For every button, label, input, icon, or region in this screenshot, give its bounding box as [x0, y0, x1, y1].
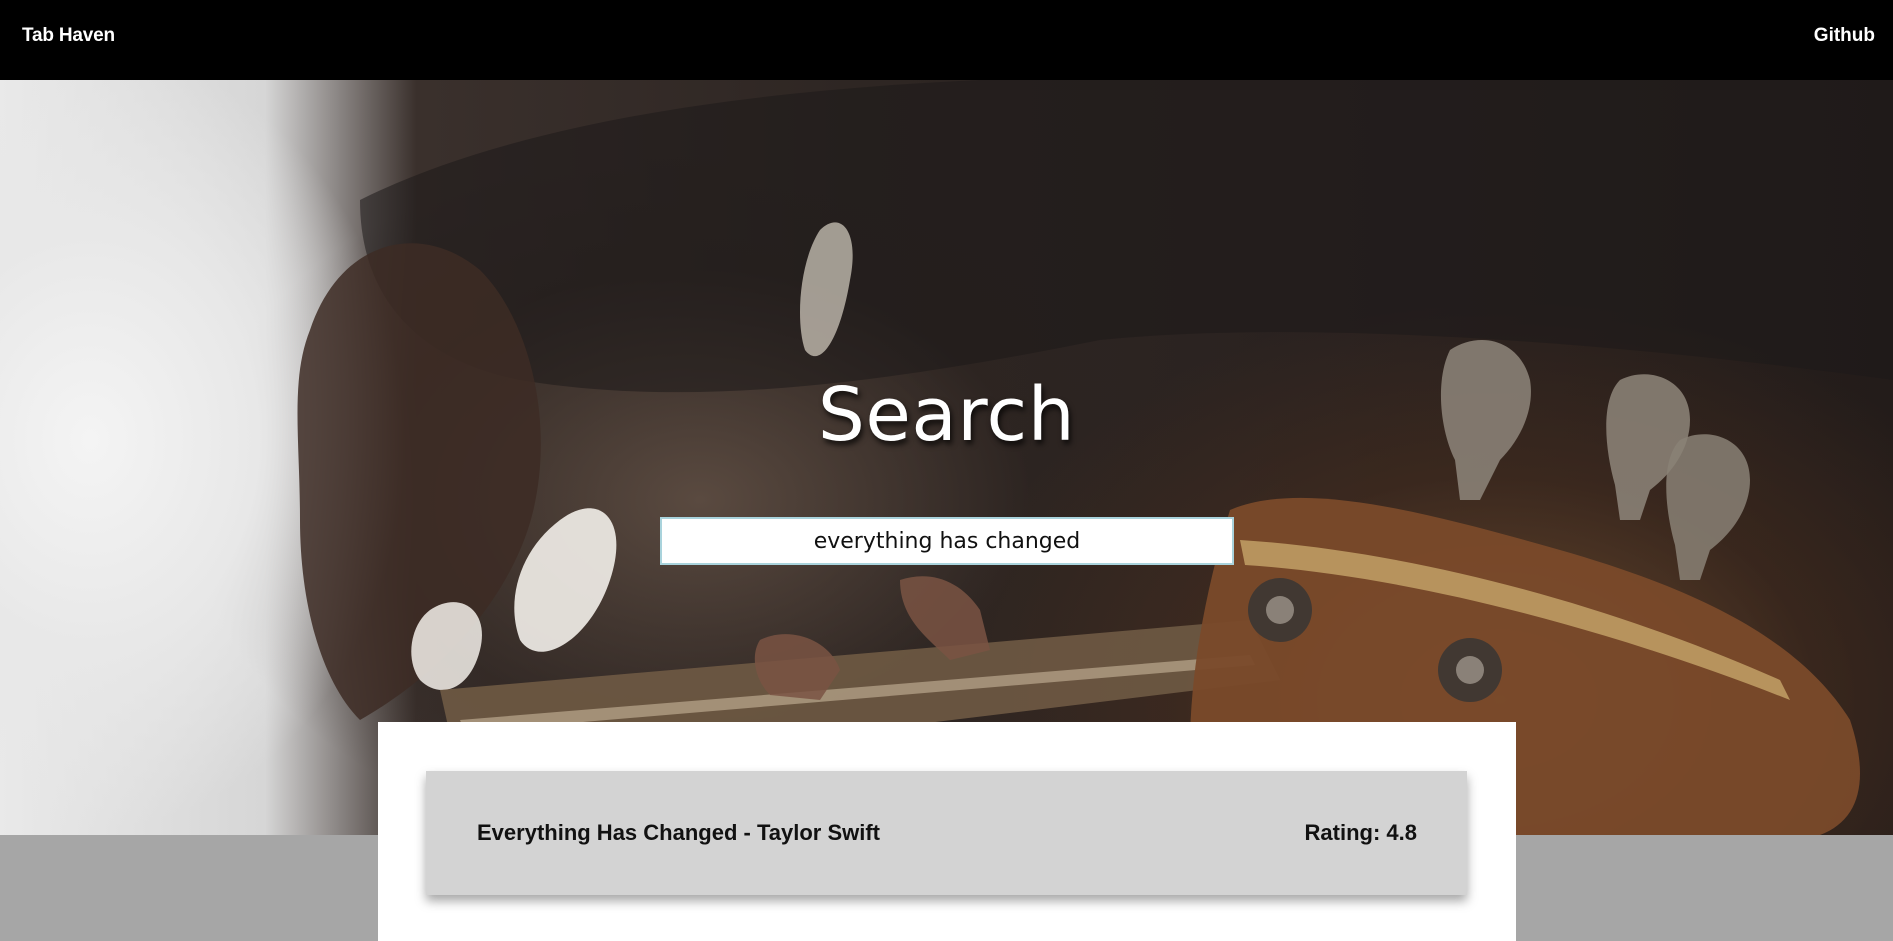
result-title: Everything Has Changed - Taylor Swift: [477, 820, 880, 845]
page-title: Search: [817, 372, 1076, 458]
result-rating: Rating: 4.8: [1304, 820, 1417, 845]
results-panel: Everything Has Changed - Taylor Swift Ra…: [378, 722, 1516, 941]
navbar: Tab Haven Github: [0, 0, 1893, 80]
search-input[interactable]: [660, 517, 1234, 565]
brand-link[interactable]: Tab Haven: [22, 25, 115, 47]
github-link[interactable]: Github: [1814, 25, 1875, 47]
result-card[interactable]: Everything Has Changed - Taylor Swift Ra…: [426, 771, 1467, 895]
